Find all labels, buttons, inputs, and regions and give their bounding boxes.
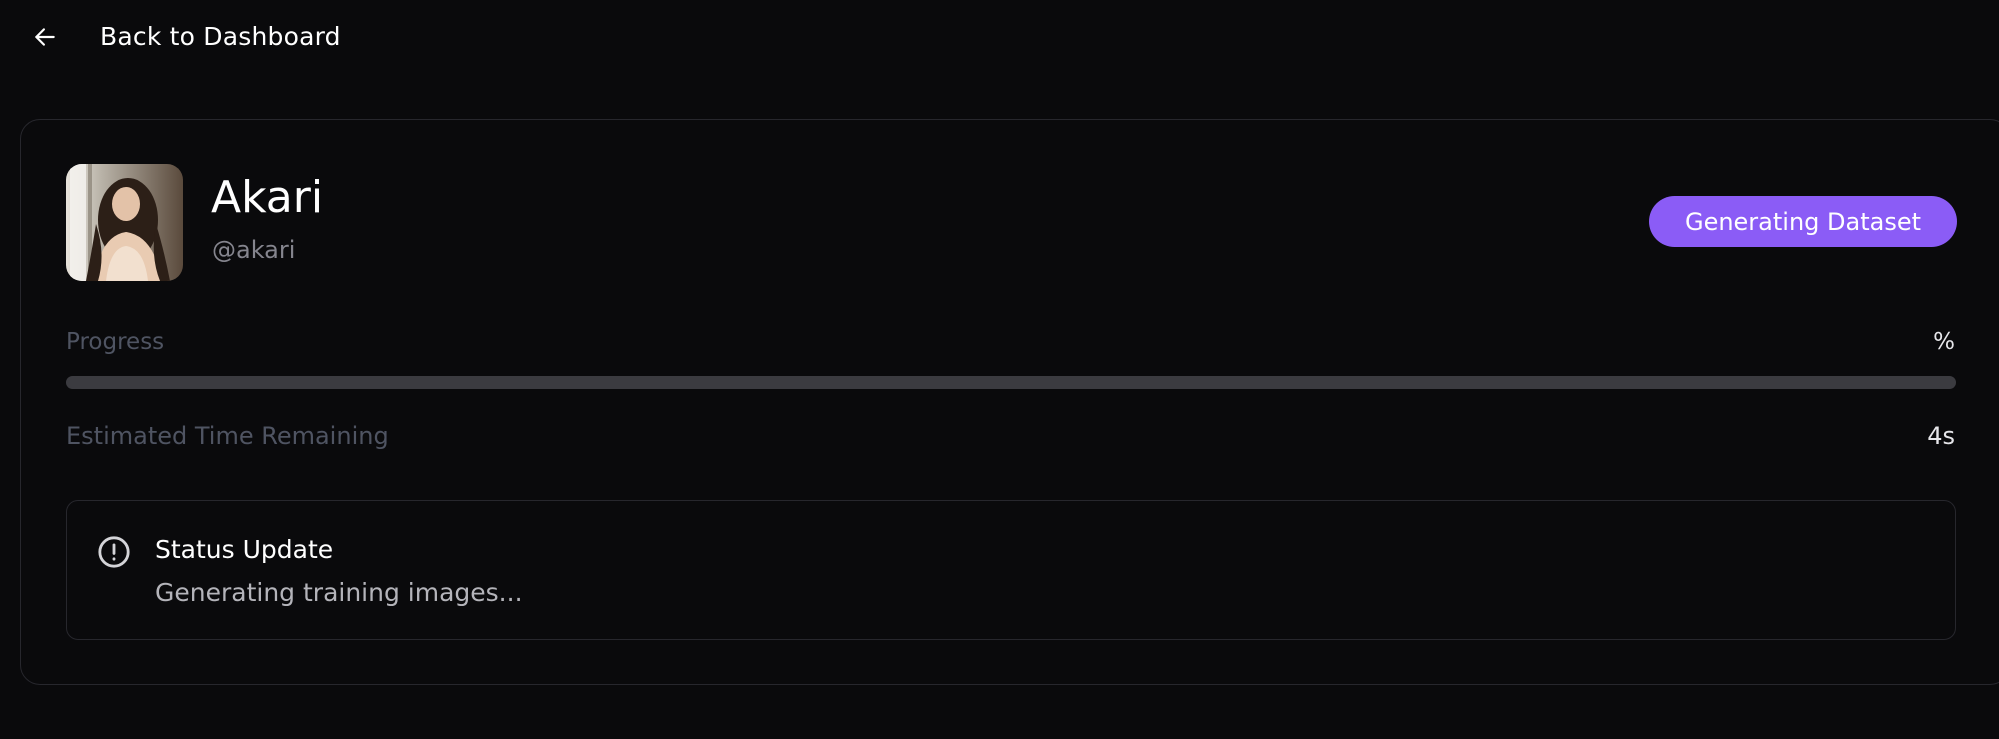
status-update-title: Status Update <box>155 535 334 564</box>
back-to-dashboard-link[interactable]: Back to Dashboard <box>32 22 341 51</box>
status-update-message: Generating training images... <box>155 578 523 607</box>
model-handle: @akari <box>212 236 296 264</box>
model-training-card: Akari @akari Generating Dataset Progress… <box>20 119 1999 685</box>
status-badge: Generating Dataset <box>1649 196 1957 247</box>
eta-value: 4s <box>1927 422 1955 450</box>
avatar <box>66 164 183 281</box>
progress-label: Progress <box>66 329 165 355</box>
status-update-panel: Status Update Generating training images… <box>66 500 1956 640</box>
progress-bar <box>66 376 1956 389</box>
model-name: Akari <box>211 172 324 223</box>
eta-label: Estimated Time Remaining <box>66 422 389 450</box>
back-to-dashboard-label: Back to Dashboard <box>100 22 341 51</box>
alert-circle-icon <box>97 535 131 569</box>
progress-value: % <box>1933 329 1955 355</box>
arrow-left-icon <box>35 27 55 46</box>
